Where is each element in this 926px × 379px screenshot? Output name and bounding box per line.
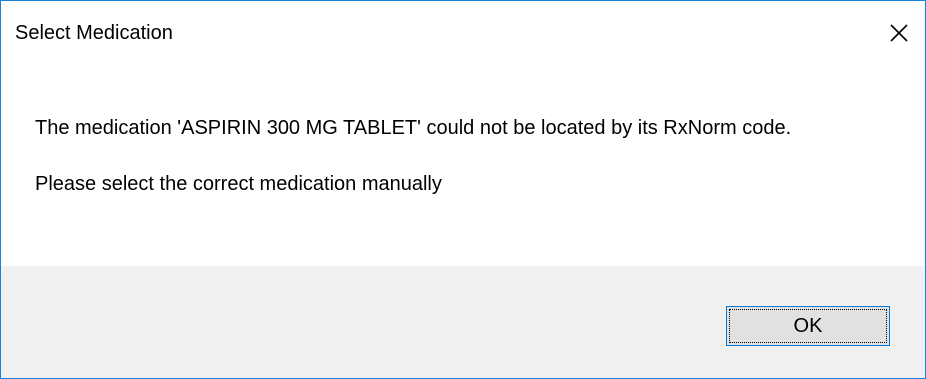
message-dialog: Select Medication The medication 'ASPIRI…: [0, 0, 926, 379]
dialog-footer: OK: [1, 266, 925, 378]
dialog-content: The medication 'ASPIRIN 300 MG TABLET' c…: [1, 64, 925, 264]
title-bar[interactable]: Select Medication: [1, 1, 925, 64]
close-button[interactable]: [873, 1, 925, 64]
message-text: The medication 'ASPIRIN 300 MG TABLET' c…: [35, 114, 875, 198]
message-line-1: The medication 'ASPIRIN 300 MG TABLET' c…: [35, 117, 792, 139]
message-line-2: Please select the correct medication man…: [35, 173, 442, 195]
ok-button[interactable]: OK: [726, 306, 890, 346]
close-icon: [890, 23, 908, 42]
ok-button-label: OK: [729, 309, 887, 343]
dialog-title: Select Medication: [15, 22, 173, 44]
